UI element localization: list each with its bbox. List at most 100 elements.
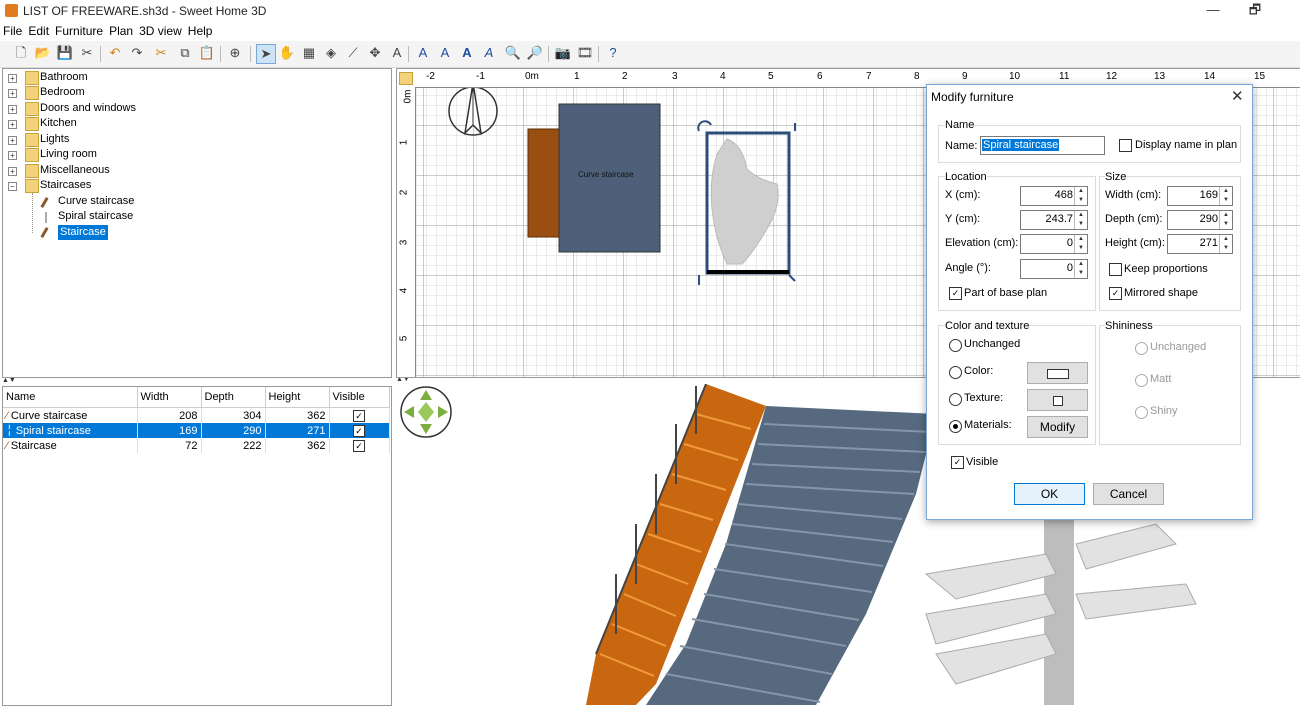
help-icon[interactable]: ? (604, 44, 622, 62)
visible-checkbox[interactable]: ✓ (951, 456, 964, 469)
italic-text-icon[interactable]: A (480, 44, 498, 62)
close-icon[interactable]: ✕ (1231, 87, 1244, 105)
column-depth[interactable]: Depth (201, 387, 266, 408)
menu-furniture[interactable]: Furniture (52, 22, 106, 40)
color-button[interactable] (1027, 362, 1088, 384)
toolbar: 🗋 📂 💾 ✂ ↶ ↷ ✂ ⧉ 📋 ⊕ ➤ ✋ ▦ ◈ ⟋ ✥ A A A A … (0, 41, 1300, 68)
expand-icon[interactable]: + (8, 167, 17, 176)
decrease-text-icon[interactable]: A (436, 44, 454, 62)
expand-icon[interactable]: + (8, 120, 17, 129)
increase-text-icon[interactable]: A (414, 44, 432, 62)
modify-materials-button[interactable]: Modify (1027, 416, 1088, 438)
photo-icon[interactable]: 📷 (554, 44, 572, 62)
keep-proportions-checkbox[interactable] (1109, 263, 1122, 276)
redo-icon[interactable]: ↷ (128, 44, 146, 62)
undo-icon[interactable]: ↶ (106, 44, 124, 62)
category-miscellaneous[interactable]: Miscellaneous (40, 163, 110, 178)
column-width[interactable]: Width (137, 387, 202, 408)
category-bathroom[interactable]: Bathroom (40, 70, 88, 85)
category-staircases[interactable]: Staircases (40, 178, 91, 193)
cut-icon-2[interactable]: ✂ (152, 44, 170, 62)
menu-edit[interactable]: Edit (25, 22, 52, 40)
zoom-in-icon[interactable]: 🔍 (504, 44, 522, 62)
category-doors-and-windows[interactable]: Doors and windows (40, 101, 136, 116)
name-field[interactable]: Spiral staircase (980, 136, 1105, 155)
save-icon[interactable]: 💾 (56, 44, 74, 62)
ruler-label: 5 (398, 335, 410, 342)
navigation-arrows-icon (400, 386, 452, 438)
column-visible[interactable]: Visible (329, 387, 390, 408)
category-bedroom[interactable]: Bedroom (40, 85, 85, 100)
category-kitchen[interactable]: Kitchen (40, 116, 77, 131)
visible-checkbox[interactable]: ✓ (353, 439, 365, 452)
create-polylines-icon[interactable]: ⟋ (344, 44, 362, 62)
pan-mode-icon[interactable]: ✋ (278, 44, 296, 62)
furniture-table: Name Width Depth Height Visible ⁄ Curve … (2, 386, 392, 706)
y-spinner[interactable]: 243.7 ▲ ▼ (1020, 210, 1088, 230)
ruler-label: 13 (1154, 71, 1166, 82)
video-icon[interactable]: 🎞 (576, 44, 594, 62)
collapse-icon[interactable]: − (8, 182, 17, 191)
materials-radio[interactable] (949, 420, 962, 433)
category-living-room[interactable]: Living room (40, 147, 97, 162)
keep-proportions-label: Keep proportions (1124, 263, 1208, 275)
zoom-out-icon[interactable]: 🔎 (526, 44, 544, 62)
create-walls-icon[interactable]: ▦ (300, 44, 318, 62)
column-height[interactable]: Height (265, 387, 330, 408)
visible-checkbox[interactable]: ✓ (353, 424, 365, 437)
staircase-item-icon (40, 226, 49, 239)
catalog-item-curve-staircase[interactable]: Curve staircase (58, 194, 134, 209)
add-furniture-icon[interactable]: ⊕ (226, 44, 244, 62)
table-row[interactable]: ⁄ Staircase 72 222 362 ✓ (3, 438, 390, 453)
row-height: 271 (265, 423, 330, 438)
create-rooms-icon[interactable]: ◈ (322, 44, 340, 62)
texture-button[interactable] (1027, 389, 1088, 411)
splitter[interactable]: ▲▼ (2, 376, 390, 385)
category-lights[interactable]: Lights (40, 132, 69, 147)
column-name[interactable]: Name (3, 387, 138, 408)
expand-icon[interactable]: + (8, 74, 17, 83)
catalog-item-spiral-staircase[interactable]: Spiral staircase (58, 209, 133, 224)
add-text-icon[interactable]: A (388, 44, 406, 62)
open-icon[interactable]: 📂 (34, 44, 52, 62)
expand-icon[interactable]: + (8, 105, 17, 114)
texture-radio[interactable] (949, 393, 962, 406)
maximize-button[interactable]: 🗗 (1232, 0, 1278, 22)
create-dimensions-icon[interactable]: ✥ (366, 44, 384, 62)
height-spinner[interactable]: 271 ▲ ▼ (1167, 234, 1233, 254)
elevation-spinner[interactable]: 0 ▲ ▼ (1020, 234, 1088, 254)
matt-radio[interactable] (1135, 374, 1148, 387)
display-name-checkbox[interactable] (1119, 139, 1132, 152)
minimize-button[interactable]: — (1190, 0, 1236, 22)
width-spinner[interactable]: 169 ▲ ▼ (1167, 186, 1233, 206)
copy-icon[interactable]: ⧉ (176, 44, 194, 62)
menu-plan[interactable]: Plan (106, 22, 136, 40)
cancel-button[interactable]: Cancel (1093, 483, 1164, 505)
expand-icon[interactable]: + (8, 136, 17, 145)
mirrored-shape-checkbox[interactable]: ✓ (1109, 287, 1122, 300)
shiny-radio[interactable] (1135, 406, 1148, 419)
paste-icon[interactable]: 📋 (198, 44, 216, 62)
ok-button[interactable]: OK (1014, 483, 1085, 505)
table-row[interactable]: ⁄ Curve staircase 208 304 362 ✓ (3, 407, 390, 423)
color-radio[interactable] (949, 366, 962, 379)
angle-spinner[interactable]: 0 ▲ ▼ (1020, 259, 1088, 279)
new-home-icon[interactable]: 🗋 (12, 44, 30, 62)
catalog-item-staircase[interactable]: Staircase (58, 225, 108, 240)
base-plan-checkbox[interactable]: ✓ (949, 287, 962, 300)
depth-spinner[interactable]: 290 ▲ ▼ (1167, 210, 1233, 230)
x-spinner[interactable]: 468 ▲ ▼ (1020, 186, 1088, 206)
expand-icon[interactable]: + (8, 89, 17, 98)
table-row[interactable]: ╎ Spiral staircase 169 290 271 ✓ (3, 423, 390, 438)
unchanged-radio[interactable] (949, 339, 962, 352)
shininess-unchanged-radio[interactable] (1135, 342, 1148, 355)
cut-icon[interactable]: ✂ (78, 44, 96, 62)
visible-checkbox[interactable]: ✓ (353, 409, 365, 422)
ruler-label: 2 (398, 189, 410, 196)
menu-3d-view[interactable]: 3D view (136, 22, 185, 40)
menu-file[interactable]: File (0, 22, 25, 40)
menu-help[interactable]: Help (185, 22, 216, 40)
bold-text-icon[interactable]: A (458, 44, 476, 62)
select-mode-icon[interactable]: ➤ (256, 44, 276, 64)
expand-icon[interactable]: + (8, 151, 17, 160)
